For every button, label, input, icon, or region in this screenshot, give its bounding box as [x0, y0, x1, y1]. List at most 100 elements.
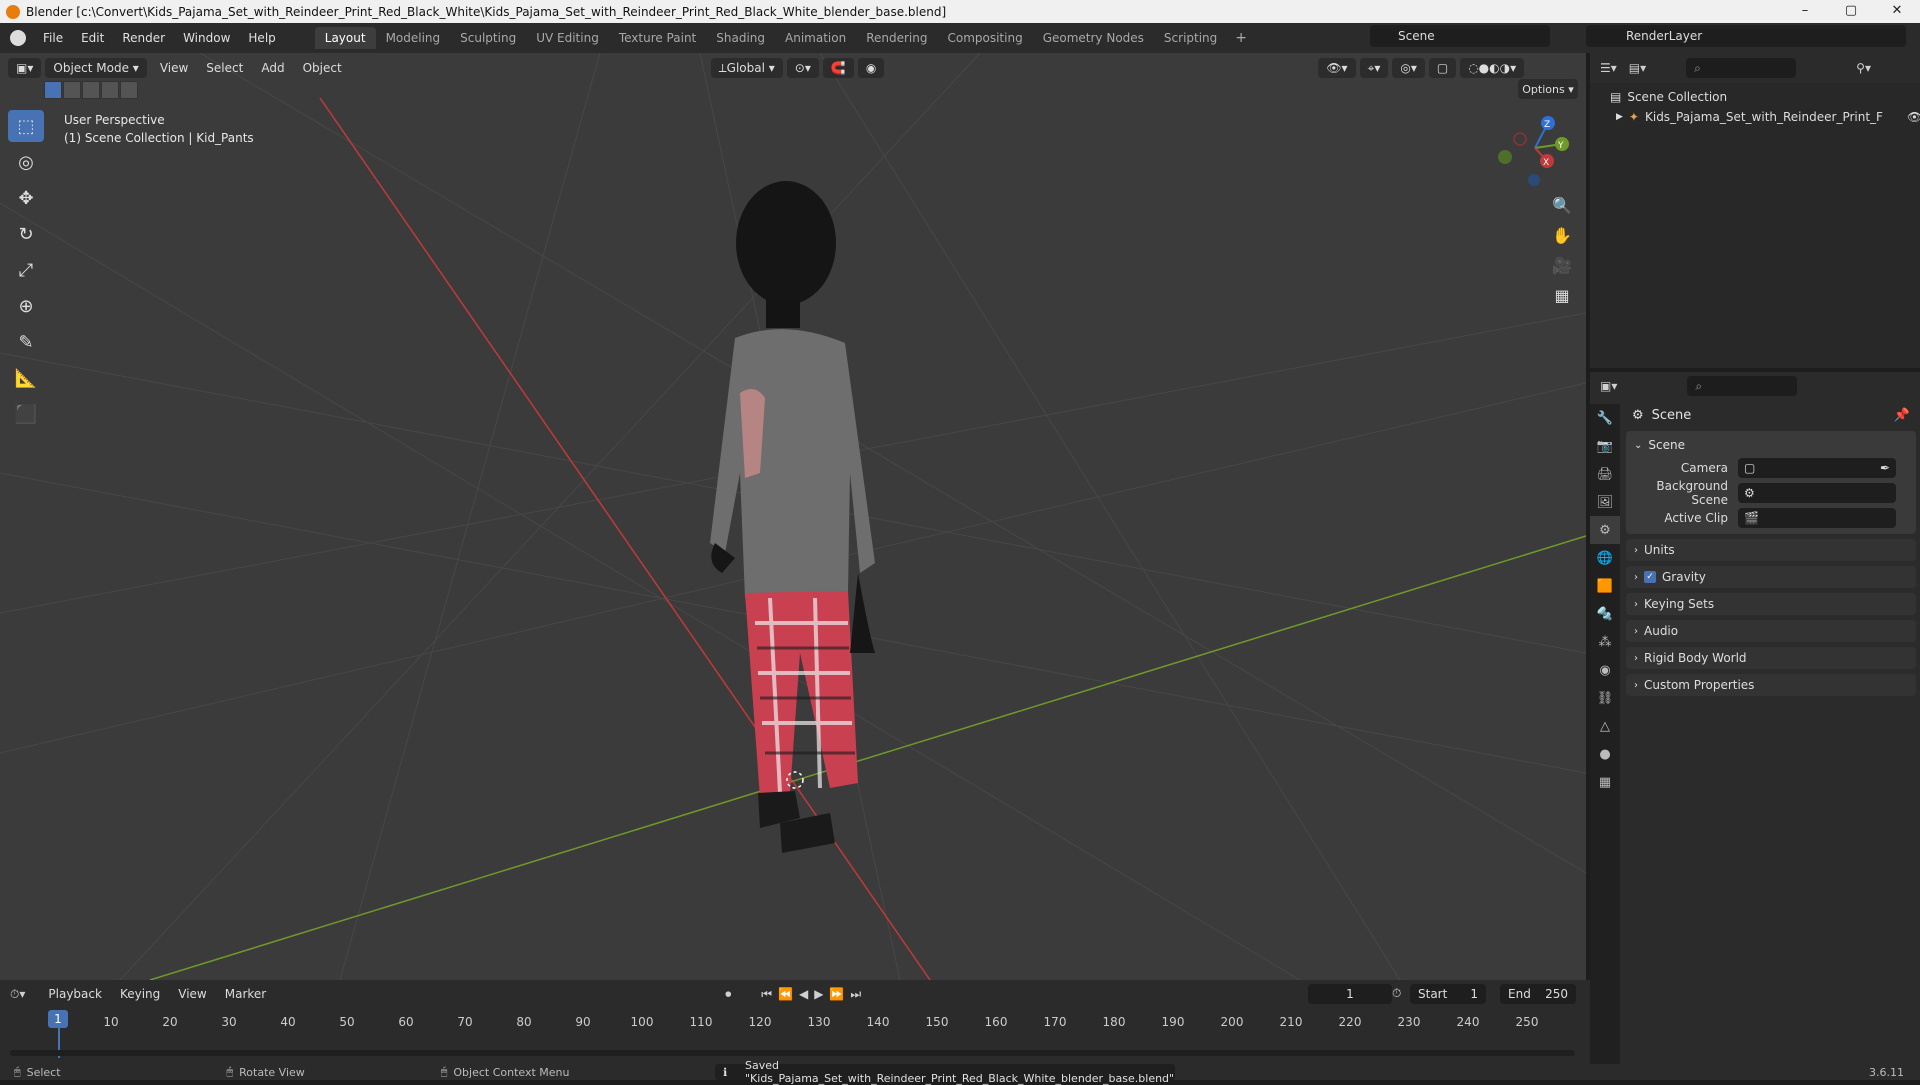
modifier-tab-icon[interactable]: 🔩 [1590, 600, 1620, 628]
zoom-icon[interactable]: 🔍 [1548, 191, 1576, 219]
navigation-gizmo[interactable]: Z Y X [1498, 116, 1569, 186]
playhead[interactable]: 1 [48, 1010, 68, 1028]
tab-texture-paint[interactable]: Texture Paint [609, 27, 706, 49]
audio-panel[interactable]: › Audio [1626, 620, 1916, 642]
particles-tab-icon[interactable]: ⁂ [1590, 628, 1620, 656]
viewport-menu-select[interactable]: Select [197, 61, 252, 75]
options-button[interactable]: Options ▾ [1518, 79, 1578, 99]
select-invert-icon[interactable] [101, 81, 119, 99]
world-tab-icon[interactable]: 🌐 [1590, 544, 1620, 572]
tab-modeling[interactable]: Modeling [376, 27, 451, 49]
select-box-icon[interactable]: ⬚ [8, 110, 44, 142]
units-panel[interactable]: › Units [1626, 539, 1916, 561]
visibility-eye-icon[interactable]: 👁 [1907, 110, 1920, 124]
tab-layout[interactable]: Layout [314, 27, 376, 49]
pivot-icon[interactable]: ⊙▾ [786, 58, 819, 78]
object-tab-icon[interactable]: 🟧 [1590, 572, 1620, 600]
viewport-menu-add[interactable]: Add [252, 61, 293, 75]
xray-icon[interactable]: ▢ [1428, 58, 1457, 78]
tab-compositing[interactable]: Compositing [937, 27, 1032, 49]
scale-icon[interactable]: ⤢ [8, 254, 44, 286]
menu-help[interactable]: Help [239, 31, 284, 45]
orientation-dropdown[interactable]: ⟂ Global ▾ [710, 58, 783, 78]
blender-menu-icon[interactable] [10, 30, 26, 46]
ortho-grid-icon[interactable]: ▦ [1548, 281, 1576, 309]
camera-field[interactable]: ▢ ✒ [1738, 457, 1896, 478]
tab-uv-editing[interactable]: UV Editing [526, 27, 609, 49]
eyedropper-icon[interactable]: ✒ [1880, 461, 1890, 475]
kid-mannequin-model[interactable] [710, 181, 875, 853]
timeline-scrollbar[interactable] [10, 1050, 1575, 1056]
render-tab-icon[interactable]: 📷 [1590, 432, 1620, 460]
select-extend-icon[interactable] [63, 81, 81, 99]
timeline-editor-icon[interactable]: ⏱▾ [10, 987, 25, 1002]
measure-icon[interactable]: 📐 [8, 362, 44, 394]
3d-viewport[interactable]: Z Y X ▣▾ Object Mode ▾ View Select Add O… [0, 53, 1586, 980]
data-tab-icon[interactable]: △ [1590, 712, 1620, 740]
constraints-tab-icon[interactable]: ⛓ [1590, 684, 1620, 712]
current-frame-field[interactable]: 1 [1308, 984, 1392, 1004]
viewport-menu-view[interactable]: View [151, 61, 197, 75]
background-scene-field[interactable]: ⚙ [1738, 482, 1896, 503]
tab-shading[interactable]: Shading [706, 27, 775, 49]
add-workspace-button[interactable]: + [1227, 30, 1255, 46]
properties-search-input[interactable]: ⌕ [1687, 376, 1798, 396]
output-tab-icon[interactable]: 🖨 [1590, 460, 1620, 488]
timeline-menu-marker[interactable]: Marker [216, 987, 275, 1001]
select-intersect-icon[interactable] [120, 81, 138, 99]
shading-modes-icon[interactable]: ◌●◐◑▾ [1460, 58, 1525, 78]
start-frame-field[interactable]: Start 1 [1410, 984, 1486, 1004]
texture-tab-icon[interactable]: ▦ [1590, 768, 1620, 796]
rigid-body-world-panel[interactable]: › Rigid Body World [1626, 647, 1916, 669]
tool-tab-icon[interactable]: 🔧 [1590, 404, 1620, 432]
tab-sculpting[interactable]: Sculpting [450, 27, 526, 49]
playback-controls[interactable]: ⏮⏪◀▶⏩⏭ [761, 987, 867, 1002]
menu-file[interactable]: File [34, 31, 72, 45]
select-subtract-icon[interactable] [82, 81, 100, 99]
select-new-icon[interactable] [44, 81, 62, 99]
outliner-editor-icon[interactable]: ☰▾ [1600, 61, 1617, 75]
menu-render[interactable]: Render [113, 31, 174, 45]
outliner-scene-collection[interactable]: ▤ Scene Collection [1590, 87, 1920, 107]
custom-properties-panel[interactable]: › Custom Properties [1626, 674, 1916, 696]
tab-scripting[interactable]: Scripting [1154, 27, 1227, 49]
add-cube-icon[interactable]: ⬛ [8, 398, 44, 430]
filter-icon[interactable]: ⚲▾ [1856, 61, 1871, 75]
snap-icon[interactable]: 🧲 [822, 58, 854, 78]
properties-editor-icon[interactable]: ▣▾ [1600, 379, 1617, 393]
end-frame-field[interactable]: End 250 [1500, 984, 1576, 1004]
menu-edit[interactable]: Edit [72, 31, 113, 45]
keying-sets-panel[interactable]: › Keying Sets [1626, 593, 1916, 615]
close-button[interactable]: ✕ [1874, 0, 1920, 23]
outliner-item[interactable]: ▶ ✦ Kids_Pajama_Set_with_Reindeer_Print_… [1590, 107, 1920, 127]
timeline-menu-keying[interactable]: Keying [111, 987, 169, 1001]
viewport-menu-object[interactable]: Object [294, 61, 351, 75]
active-clip-field[interactable]: 🎬 [1738, 507, 1896, 528]
cursor-icon[interactable]: ◎ [8, 146, 44, 178]
outliner-search-input[interactable]: ⌕ [1686, 58, 1797, 78]
tab-animation[interactable]: Animation [775, 27, 856, 49]
overlay-toggle-icon[interactable]: ◎▾ [1392, 58, 1425, 78]
menu-window[interactable]: Window [174, 31, 239, 45]
gravity-checkbox[interactable]: ✓ [1644, 571, 1656, 583]
annotate-icon[interactable]: ✎ [8, 326, 44, 358]
camera-view-icon[interactable]: 🎥 [1548, 251, 1576, 279]
move-icon[interactable]: ✥ [8, 182, 44, 214]
scene-selector[interactable]: Scene [1370, 25, 1550, 47]
editor-type-button[interactable]: ▣▾ [8, 58, 42, 78]
record-button[interactable]: ⏺ [725, 987, 731, 1002]
render-layer-selector[interactable]: RenderLayer [1586, 25, 1906, 47]
tab-geometry-nodes[interactable]: Geometry Nodes [1033, 27, 1154, 49]
rotate-icon[interactable]: ↻ [8, 218, 44, 250]
view-layer-tab-icon[interactable]: 🖼 [1590, 488, 1620, 516]
material-tab-icon[interactable]: ● [1590, 740, 1620, 768]
pin-icon[interactable]: 📌 [1894, 408, 1910, 423]
minimize-button[interactable]: – [1782, 0, 1828, 23]
maximize-button[interactable]: ▢ [1828, 0, 1874, 23]
gravity-panel[interactable]: › ✓ Gravity [1626, 566, 1916, 588]
proportional-edit-icon[interactable]: ◉ [857, 58, 885, 78]
timeline-menu-playback[interactable]: Playback [39, 987, 111, 1001]
expand-arrow-icon[interactable]: ▶ [1616, 112, 1623, 122]
physics-tab-icon[interactable]: ◉ [1590, 656, 1620, 684]
visibility-icon[interactable]: 👁▾ [1318, 58, 1356, 78]
